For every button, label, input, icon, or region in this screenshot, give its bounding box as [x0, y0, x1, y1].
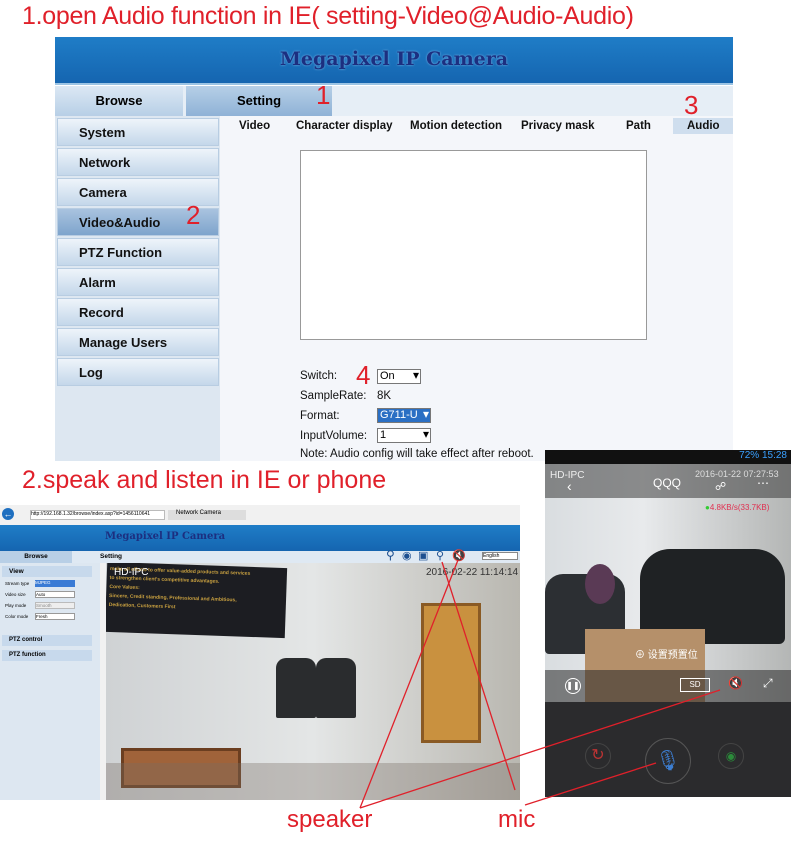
mic-label: mic	[498, 806, 536, 833]
mic-line-ie	[441, 561, 516, 791]
speaker-line-phone	[359, 689, 721, 809]
annotation-lines	[359, 559, 721, 809]
speaker-line-ie	[359, 559, 459, 809]
speaker-label: speaker	[287, 806, 373, 833]
mic-line-phone	[524, 762, 657, 806]
